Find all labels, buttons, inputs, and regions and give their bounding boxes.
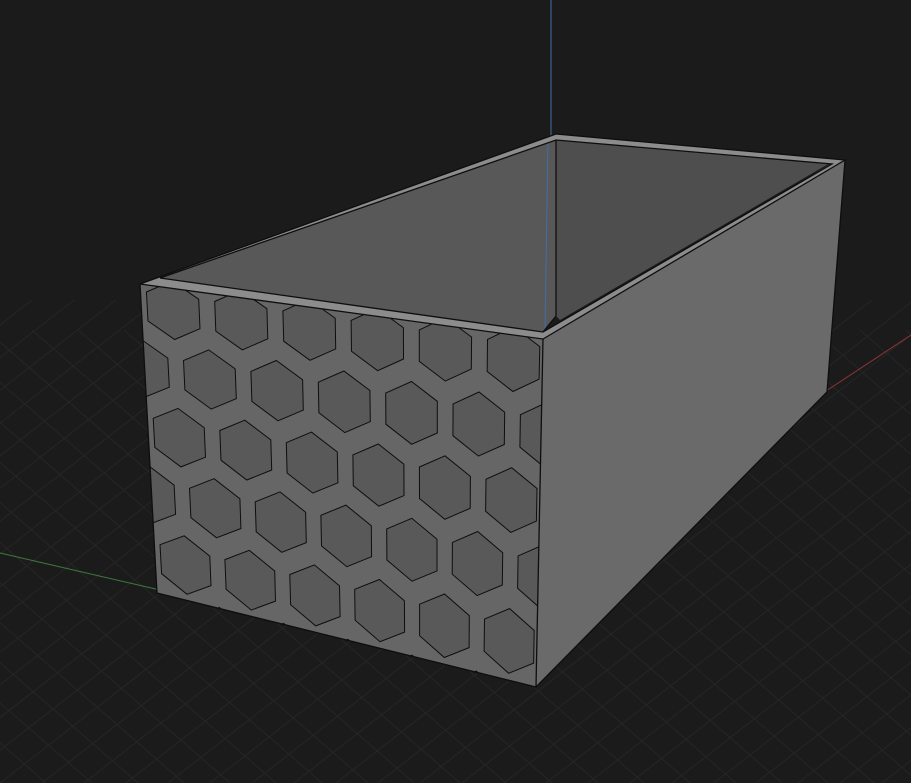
3d-viewport[interactable] [0,0,911,783]
